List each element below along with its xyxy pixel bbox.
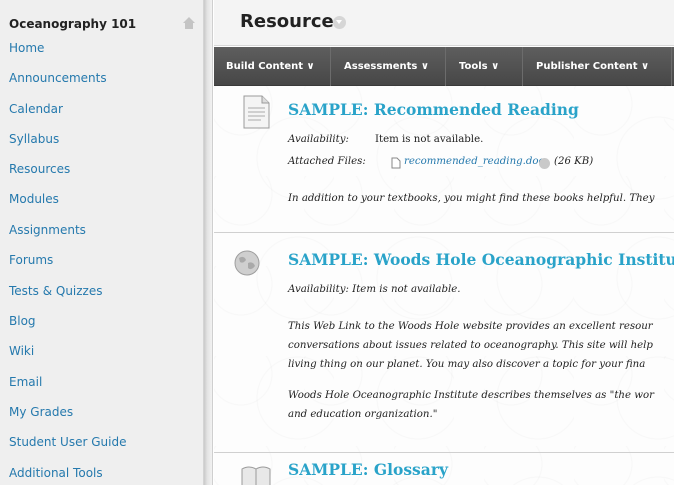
- nav-item-forums[interactable]: Forums: [9, 253, 53, 267]
- nav-item-my-grades[interactable]: My Grades: [9, 405, 73, 419]
- availability-label: Availability:: [288, 134, 349, 145]
- publisher-content-menu[interactable]: Publisher Content ∨: [524, 47, 649, 86]
- availability-text: Availability: Item is not available.: [288, 284, 461, 295]
- file-icon: [391, 157, 401, 169]
- file-size: (26 KB): [554, 156, 594, 167]
- nav-item-wiki[interactable]: Wiki: [9, 344, 34, 358]
- content-item: SAMPLE: Glossary: [214, 453, 674, 485]
- availability-value: Item is not available.: [375, 134, 484, 145]
- book-icon: [241, 466, 271, 485]
- document-icon: [243, 95, 270, 129]
- item-description-line: living thing on our planet. You may also…: [288, 359, 646, 370]
- nav-item-email[interactable]: Email: [9, 375, 42, 389]
- nav-item-syllabus[interactable]: Syllabus: [9, 132, 59, 146]
- page-title: Resources: [240, 11, 345, 32]
- attached-files-label: Attached Files:: [288, 156, 366, 167]
- content-list: SAMPLE: Recommended Reading Availability…: [214, 86, 674, 485]
- item-description: In addition to your textbooks, you might…: [288, 193, 655, 204]
- menu-separator: [445, 47, 446, 86]
- sidebar-collapse-handle[interactable]: [204, 0, 213, 485]
- nav-item-tests-quizzes[interactable]: Tests & Quizzes: [9, 284, 103, 298]
- item-description-line: conversations about issues related to oc…: [288, 340, 653, 351]
- page-header: Resources: [214, 0, 674, 46]
- content-item: SAMPLE: Recommended Reading Availability…: [214, 86, 674, 232]
- action-bar: Build Content ∨ Assessments ∨ Tools ∨ Pu…: [214, 47, 674, 86]
- nav-item-resources[interactable]: Resources: [9, 162, 70, 176]
- item-description-line: This Web Link to the Woods Hole website …: [288, 321, 653, 332]
- web-link-icon: [234, 250, 260, 276]
- menu-separator: [330, 47, 331, 86]
- chevron-down-icon[interactable]: [333, 16, 346, 29]
- nav-item-additional-tools[interactable]: Additional Tools: [9, 466, 103, 480]
- attached-file-link[interactable]: recommended_reading.doc: [404, 156, 544, 167]
- nav-item-home[interactable]: Home: [9, 41, 44, 55]
- home-icon[interactable]: [182, 16, 196, 30]
- content-item: SAMPLE: Woods Hole Oceanographic Institu…: [214, 233, 674, 452]
- nav-item-modules[interactable]: Modules: [9, 192, 59, 206]
- nav-item-announcements[interactable]: Announcements: [9, 71, 107, 85]
- assessments-menu[interactable]: Assessments ∨: [332, 47, 429, 86]
- item-title[interactable]: SAMPLE: Woods Hole Oceanographic Institu…: [288, 250, 674, 269]
- item-description-line: and education organization.": [288, 409, 438, 420]
- menu-separator: [671, 47, 672, 86]
- course-menu: Oceanography 101 Home Announcements Cale…: [0, 0, 204, 485]
- tools-menu[interactable]: Tools ∨: [447, 47, 499, 86]
- build-content-menu[interactable]: Build Content ∨: [214, 47, 315, 86]
- nav-item-assignments[interactable]: Assignments: [9, 223, 86, 237]
- nav-item-calendar[interactable]: Calendar: [9, 102, 63, 116]
- item-title[interactable]: SAMPLE: Glossary: [288, 460, 448, 479]
- item-description-line: Woods Hole Oceanographic Institute descr…: [288, 390, 654, 401]
- course-title[interactable]: Oceanography 101: [9, 17, 136, 31]
- file-options-icon[interactable]: [539, 158, 550, 169]
- nav-item-student-user-guide[interactable]: Student User Guide: [9, 435, 126, 449]
- nav-item-blog[interactable]: Blog: [9, 314, 36, 328]
- item-title[interactable]: SAMPLE: Recommended Reading: [288, 100, 579, 119]
- menu-separator: [522, 47, 523, 86]
